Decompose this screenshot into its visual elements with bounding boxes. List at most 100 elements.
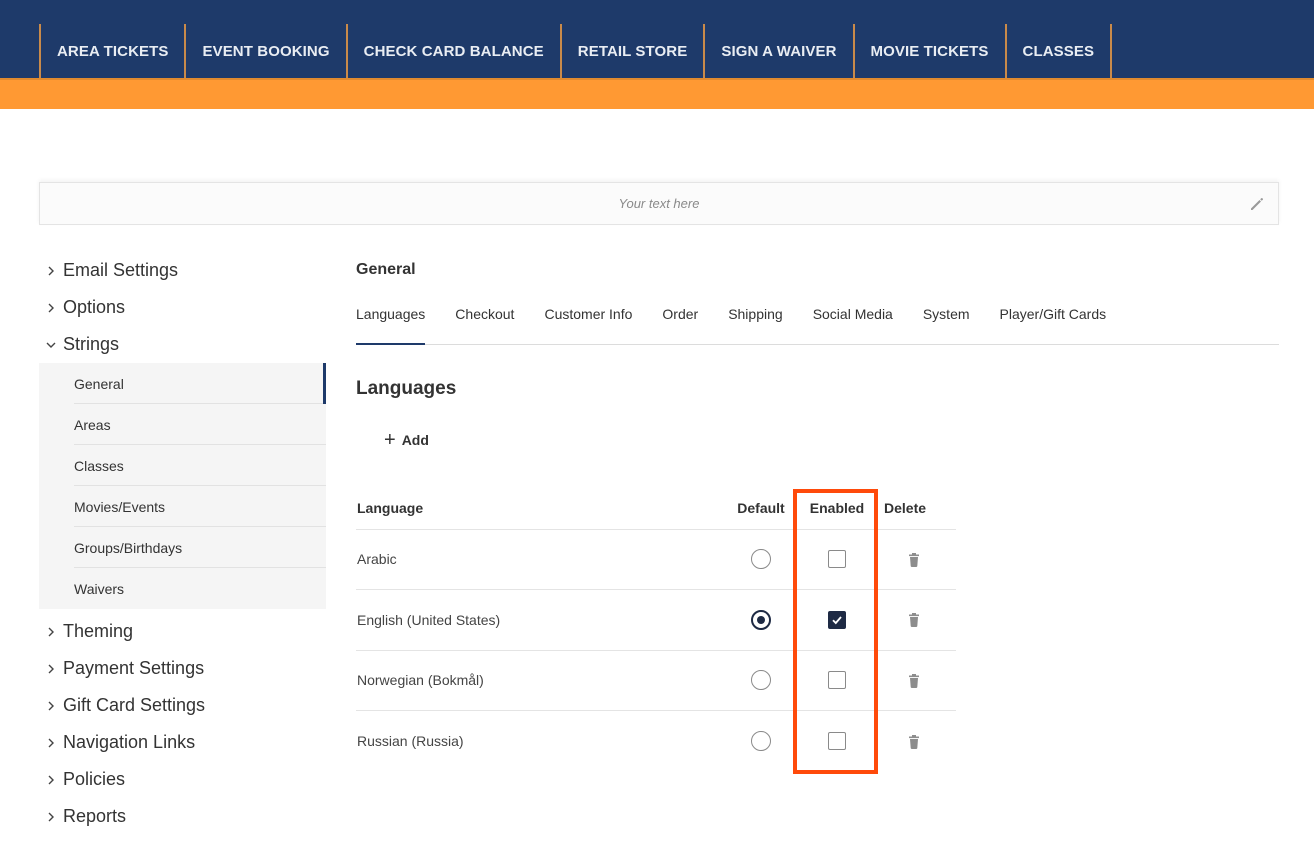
sidebar-section-policies[interactable]: Policies [39, 761, 326, 798]
column-header-delete: Delete [878, 488, 956, 530]
checkmark-icon [832, 616, 842, 625]
sidebar-item-areas[interactable]: Areas [39, 404, 326, 445]
nav-retail-store[interactable]: RETAIL STORE [559, 24, 704, 78]
sidebar-section-label: Gift Card Settings [63, 695, 206, 715]
default-radio[interactable] [751, 549, 771, 570]
sidebar-section-label: Reports [63, 806, 127, 826]
trash-icon[interactable] [906, 552, 922, 568]
top-navigation: AREA TICKETS EVENT BOOKING CHECK CARD BA… [0, 0, 1314, 78]
plus-icon: + [384, 429, 396, 451]
sidebar-item-general[interactable]: General [39, 363, 326, 404]
chevron-right-icon [39, 627, 63, 637]
sidebar-section-label: Policies [63, 769, 126, 789]
sidebar-section-label: Strings [63, 334, 120, 354]
delete-cell [878, 589, 956, 651]
sidebar-section-label: Email Settings [63, 260, 179, 280]
default-cell [726, 589, 796, 651]
enabled-cell [796, 711, 878, 772]
enabled-cell [796, 650, 878, 711]
nav-area-tickets[interactable]: AREA TICKETS [39, 24, 184, 78]
language-name: Russian (Russia) [357, 733, 464, 749]
column-header-language: Language [356, 488, 726, 530]
chevron-right-icon [39, 812, 63, 822]
tab-bar: Languages Checkout Customer Info Order S… [356, 296, 1279, 345]
page-title: General [356, 261, 416, 278]
nav-sign-a-waiver[interactable]: SIGN A WAIVER [703, 24, 852, 78]
chevron-right-icon [39, 266, 63, 276]
trash-icon[interactable] [906, 673, 922, 689]
tab-system[interactable]: System [923, 296, 970, 344]
sidebar-section-reports[interactable]: Reports [39, 798, 326, 835]
nav-event-booking[interactable]: EVENT BOOKING [184, 24, 345, 78]
chevron-right-icon [39, 664, 63, 674]
sidebar-section-label: Theming [63, 621, 134, 641]
add-label: Add [401, 432, 429, 448]
sidebar-section-payment-settings[interactable]: Payment Settings [39, 650, 326, 687]
delete-cell [878, 711, 956, 772]
table-row: Arabic [356, 529, 956, 590]
default-radio[interactable] [751, 609, 771, 630]
editable-text-banner[interactable]: Your text here [39, 182, 1279, 225]
table-row: Russian (Russia) [356, 711, 956, 772]
chevron-down-icon [39, 340, 63, 350]
sidebar-item-movies-events[interactable]: Movies/Events [39, 486, 326, 527]
tab-customer-info[interactable]: Customer Info [544, 296, 632, 344]
chevron-right-icon [39, 738, 63, 748]
sidebar-section-options[interactable]: Options [39, 289, 326, 326]
column-header-enabled: Enabled [796, 488, 878, 530]
chevron-right-icon [39, 701, 63, 711]
pencil-icon[interactable] [1248, 195, 1266, 213]
trash-icon[interactable] [906, 612, 922, 628]
enabled-checkbox[interactable] [828, 732, 846, 751]
sidebar-item-classes[interactable]: Classes [39, 445, 326, 486]
chevron-right-icon [39, 303, 63, 313]
enabled-checkbox[interactable] [828, 550, 846, 569]
default-cell [726, 650, 796, 711]
tab-player-gift-cards[interactable]: Player/Gift Cards [1000, 296, 1107, 344]
enabled-checkbox[interactable] [828, 610, 846, 629]
trash-icon[interactable] [906, 734, 922, 750]
sidebar-section-label: Options [63, 297, 126, 317]
language-name: Norwegian (Bokmål) [356, 650, 726, 711]
settings-sidebar: Email Settings Options Strings General A… [39, 252, 326, 835]
enabled-cell [796, 589, 878, 651]
table-row: English (United States) [356, 589, 956, 651]
top-nav-items: AREA TICKETS EVENT BOOKING CHECK CARD BA… [39, 24, 1113, 78]
strings-submenu: General Areas Classes Movies/Events Grou… [39, 363, 326, 609]
languages-heading: Languages [356, 378, 457, 399]
chevron-right-icon [39, 775, 63, 785]
sidebar-section-theming[interactable]: Theming [39, 613, 326, 650]
sidebar-section-gift-card-settings[interactable]: Gift Card Settings [39, 687, 326, 724]
language-name: Arabic [356, 529, 726, 590]
sidebar-item-waivers[interactable]: Waivers [39, 568, 326, 609]
column-header-default: Default [726, 488, 796, 530]
nav-movie-tickets[interactable]: MOVIE TICKETS [852, 24, 1005, 78]
banner-placeholder-text[interactable]: Your text here [40, 196, 1278, 211]
add-language-button[interactable]: + Add [384, 429, 429, 451]
enabled-cell [796, 529, 878, 590]
delete-cell [878, 529, 956, 590]
language-name: English (United States) [356, 589, 726, 651]
sidebar-section-navigation-links[interactable]: Navigation Links [39, 724, 326, 761]
default-radio[interactable] [751, 731, 771, 751]
sidebar-section-strings[interactable]: Strings [39, 326, 326, 363]
sidebar-section-email-settings[interactable]: Email Settings [39, 252, 326, 289]
tab-languages[interactable]: Languages [356, 296, 426, 345]
tab-checkout[interactable]: Checkout [455, 296, 514, 344]
default-cell [726, 711, 796, 772]
default-radio[interactable] [751, 670, 771, 691]
tab-order[interactable]: Order [662, 296, 698, 344]
default-cell [726, 529, 796, 590]
tab-social-media[interactable]: Social Media [813, 296, 893, 344]
delete-cell [878, 650, 956, 711]
nav-check-card-balance[interactable]: CHECK CARD BALANCE [345, 24, 560, 78]
enabled-checkbox[interactable] [828, 671, 846, 690]
nav-classes[interactable]: CLASSES [1004, 24, 1113, 78]
sidebar-item-groups-birthdays[interactable]: Groups/Birthdays [39, 527, 326, 568]
sidebar-section-label: Navigation Links [63, 732, 196, 752]
accent-band [0, 78, 1314, 109]
languages-table: Language Default Enabled Delete Arabic E… [356, 488, 956, 771]
tab-shipping[interactable]: Shipping [728, 296, 783, 344]
main-content: General Languages Checkout Customer Info… [356, 252, 1279, 751]
sidebar-section-label: Payment Settings [63, 658, 205, 678]
